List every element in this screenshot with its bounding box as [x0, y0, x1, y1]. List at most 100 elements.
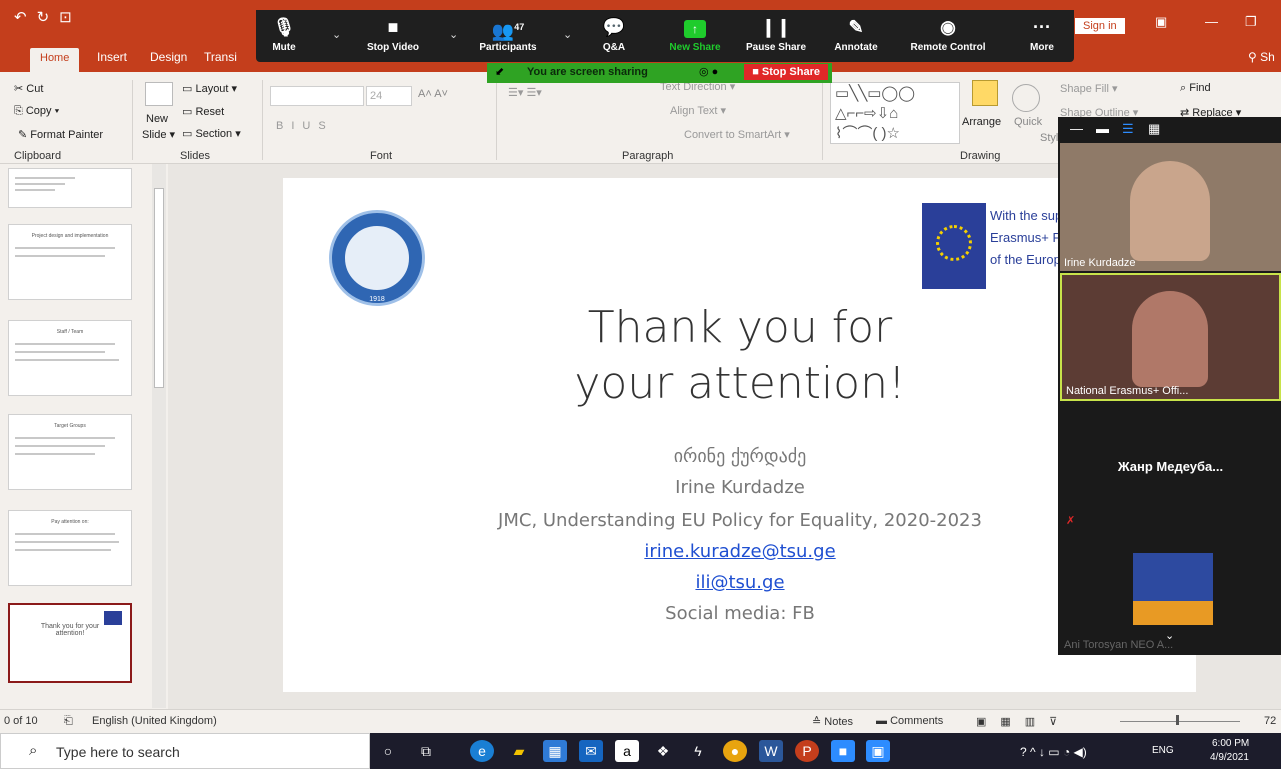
word-icon[interactable]: W: [759, 740, 783, 762]
pause-share-button[interactable]: ❙❙ Pause Share: [736, 12, 816, 53]
remote-control-button[interactable]: ◉ Remote Control: [908, 12, 988, 53]
more-button[interactable]: ··· More: [1002, 12, 1082, 53]
font-size-field[interactable]: 24: [366, 86, 412, 106]
powerpoint-icon[interactable]: P: [795, 740, 819, 762]
clock-time[interactable]: 6:00 PM: [1212, 738, 1249, 749]
chevron-down-icon[interactable]: ⌄: [563, 28, 572, 41]
input-language[interactable]: ENG: [1152, 745, 1174, 756]
new-slide-label[interactable]: Slide ▾: [142, 128, 175, 141]
tab-design[interactable]: Design: [150, 50, 187, 64]
participants-icon: 👥47: [491, 21, 525, 41]
participants-button[interactable]: 👥47 Participants: [468, 12, 548, 53]
stop-share-button[interactable]: ■ Stop Share: [744, 64, 828, 80]
clipboard-group-label: Clipboard: [14, 150, 62, 162]
present-icon[interactable]: ⊡: [59, 8, 72, 26]
qa-button[interactable]: 💬 Q&A: [574, 12, 654, 53]
sign-in-button[interactable]: Sign in: [1075, 18, 1125, 34]
language-label[interactable]: English (United Kingdom): [92, 715, 217, 727]
scrollbar-thumb[interactable]: [154, 188, 164, 388]
drawing-group-label: Drawing: [960, 150, 1001, 162]
tab-transitions[interactable]: Transi: [204, 50, 237, 64]
reset-button[interactable]: ▭ Reset: [182, 105, 224, 118]
layout-button[interactable]: ▭ Layout ▾: [182, 82, 237, 95]
font-size-buttons[interactable]: A˄ A˅: [418, 88, 448, 100]
presenter-name: Irine Kurdadze: [675, 477, 805, 498]
app-icon[interactable]: ϟ: [686, 740, 710, 762]
handle-icon[interactable]: ⬋: [495, 65, 504, 78]
slide-thumbnail[interactable]: Staff / Team: [8, 320, 132, 396]
zoom-app-icon[interactable]: ▣: [866, 740, 890, 762]
slide-thumbnail[interactable]: [8, 168, 132, 208]
edge-icon[interactable]: e: [470, 740, 494, 762]
new-slide-icon[interactable]: [145, 82, 173, 106]
align-text-button[interactable]: Align Text ▾: [670, 104, 726, 117]
copy-button[interactable]: ⎘ Copy ▾: [14, 105, 59, 118]
email-link[interactable]: ili@tsu.ge: [450, 572, 1030, 593]
video-tile[interactable]: Жанр Медеуба... ✗: [1060, 403, 1281, 531]
task-view-icon[interactable]: ⧉: [414, 740, 438, 762]
clock-date[interactable]: 4/9/2021: [1210, 752, 1249, 763]
font-name-field[interactable]: [270, 86, 364, 106]
convert-smartart-button[interactable]: Convert to SmartArt ▾: [684, 128, 790, 141]
email-link[interactable]: irine.kuradze@tsu.ge: [450, 541, 1030, 562]
find-button[interactable]: ⌕ Find: [1180, 82, 1211, 95]
chevron-down-icon[interactable]: ⌄: [332, 28, 341, 41]
zoom-slider[interactable]: [1120, 721, 1240, 722]
arrange-button[interactable]: Arrange: [962, 116, 1001, 128]
video-tile[interactable]: Ani Torosyan NEO A... ⌄: [1060, 533, 1281, 653]
annotate-button[interactable]: ✎ Annotate: [816, 12, 896, 53]
new-share-button[interactable]: ↑ New Share: [655, 12, 735, 53]
undo-icon[interactable]: ↶: [14, 8, 27, 26]
video-tile[interactable]: Irine Kurdadze: [1060, 143, 1281, 271]
video-tile-active-speaker[interactable]: National Erasmus+ Offi...: [1060, 273, 1281, 401]
store-icon[interactable]: ▦: [543, 740, 567, 762]
chrome-icon[interactable]: ●: [723, 740, 747, 762]
mail-icon[interactable]: ✉: [579, 740, 603, 762]
quick-styles-button[interactable]: Quick: [1014, 116, 1042, 128]
tab-insert[interactable]: Insert: [97, 50, 127, 64]
slide-thumbnail-selected[interactable]: Thank you for your attention!: [8, 603, 132, 683]
stop-video-button[interactable]: ■ Stop Video: [353, 12, 433, 53]
view-buttons[interactable]: ▣▦▥⊽: [976, 715, 1071, 728]
minimize-icon[interactable]: —: [1070, 121, 1083, 136]
ribbon-display-icon[interactable]: ▣: [1155, 14, 1167, 30]
section-button[interactable]: ▭ Section ▾: [182, 127, 241, 140]
minimize-icon[interactable]: —: [1205, 14, 1218, 29]
minimal-view-icon[interactable]: ▬: [1096, 121, 1109, 136]
redo-icon[interactable]: ↻: [37, 8, 50, 26]
format-painter-button[interactable]: ✎ Format Painter: [18, 128, 103, 141]
share-button[interactable]: ⚲ Sh: [1248, 50, 1275, 64]
maximize-icon[interactable]: ❐: [1245, 14, 1257, 30]
notes-button[interactable]: ≙ Notes: [812, 715, 853, 728]
system-tray-icons[interactable]: ? ^ ↓ ▭ ◔ ◀): [1020, 745, 1087, 759]
thumbnail-title: Staff / Team: [56, 329, 84, 335]
chevron-down-icon[interactable]: ⌄: [449, 28, 458, 41]
new-slide-button[interactable]: New: [146, 113, 168, 125]
slide-thumbnail[interactable]: Project design and implementation: [8, 224, 132, 300]
cortana-icon[interactable]: ○: [376, 740, 400, 762]
zoom-icon[interactable]: ■: [831, 740, 855, 762]
zoom-slider-thumb[interactable]: [1176, 715, 1179, 725]
speaker-view-icon[interactable]: ☰: [1122, 121, 1134, 137]
slide-thumbnail[interactable]: Pay attention on:: [8, 510, 132, 586]
file-explorer-icon[interactable]: ▰: [507, 740, 531, 762]
amazon-icon[interactable]: a: [615, 740, 639, 762]
chevron-down-icon[interactable]: ⌄: [1165, 629, 1174, 642]
arrange-icon[interactable]: [972, 80, 998, 106]
dropbox-icon[interactable]: ❖: [651, 740, 675, 762]
comments-button[interactable]: ▬ Comments: [876, 715, 943, 727]
search-placeholder[interactable]: Type here to search: [56, 744, 180, 760]
slide-thumbnail[interactable]: Target Groups: [8, 414, 132, 490]
mute-button[interactable]: 🎙 Mute: [244, 12, 324, 53]
quick-styles-icon[interactable]: [1012, 84, 1040, 112]
shapes-gallery[interactable]: ▭╲╲▭◯◯ △⌐⌐⇨⇩⌂ ⌇⌒⌒( )☆: [830, 82, 960, 144]
zoom-level[interactable]: 72: [1264, 715, 1276, 727]
font-style-buttons[interactable]: BIUS: [276, 120, 334, 132]
cut-button[interactable]: ✂ Cut: [14, 82, 43, 95]
tab-home[interactable]: Home: [30, 48, 80, 72]
shape-fill-button[interactable]: Shape Fill ▾: [1060, 82, 1118, 95]
thumbnail-title: Project design and implementation: [31, 233, 109, 239]
gallery-view-icon[interactable]: ▦: [1148, 121, 1160, 137]
bullets-icon[interactable]: ☰▾ ☰▾: [508, 86, 542, 99]
spellcheck-icon[interactable]: ⎗: [64, 715, 73, 728]
